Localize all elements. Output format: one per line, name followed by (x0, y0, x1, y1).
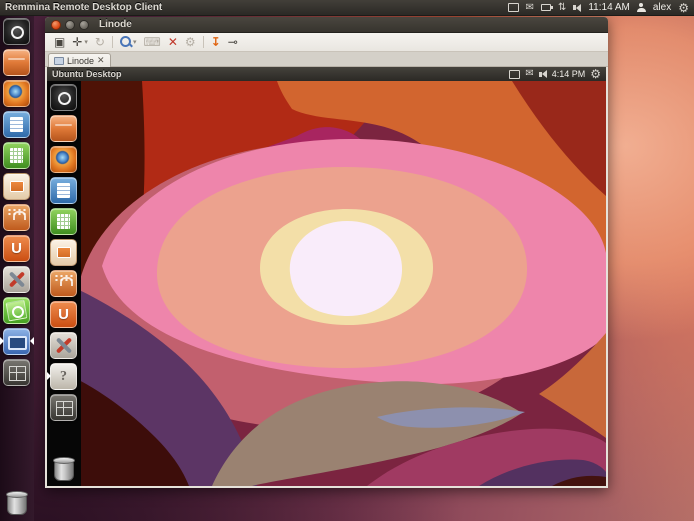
clock[interactable]: 11:14 AM (588, 2, 630, 13)
scaled-mode-button[interactable] (120, 36, 131, 49)
disconnect-button[interactable]: ⊸ (228, 36, 238, 48)
launcher-item-libreoffice-calc[interactable] (3, 142, 30, 169)
remote-remmina-tray-icon[interactable] (509, 70, 520, 79)
remote-running-app-indicator (47, 372, 51, 380)
remmina-tray-icon[interactable] (508, 3, 519, 12)
remote-ubuntu-one-letter: U (51, 306, 76, 323)
switch-page-button[interactable]: ↻ (95, 36, 105, 48)
connection-toolbar: ▣ ✛ ▾ ↻ ▾ ⌨ ✕ ⚙ ↧ ⊸ (45, 33, 608, 52)
battery-icon[interactable] (541, 4, 551, 11)
remote-session-gear-icon[interactable]: ⚙ (590, 68, 601, 80)
remote-launcher-item-trash[interactable] (50, 455, 77, 482)
close-button[interactable] (51, 20, 61, 30)
tab-linode[interactable]: Linode ✕ (48, 53, 111, 67)
window-title: Linode (99, 19, 132, 30)
focused-app-indicator-right (30, 337, 34, 345)
preferences-button[interactable]: ⚙ (185, 36, 196, 48)
maximize-button[interactable] (79, 20, 89, 30)
launcher-item-ubuntu-one[interactable]: U (3, 235, 30, 262)
remote-launcher-item-unknown-window[interactable]: ? (50, 363, 77, 390)
toolbar-separator (203, 36, 204, 48)
remote-mail-icon[interactable]: ✉ (525, 69, 533, 79)
remote-launcher-item-ubuntu-one[interactable]: U (50, 301, 77, 328)
remote-launcher-item-workspace-switcher[interactable] (50, 394, 77, 421)
user-icon[interactable] (637, 3, 646, 12)
system-tray: ✉ ⇅ 11:14 AM alex ⚙ (508, 2, 689, 14)
top-panel: Remmina Remote Desktop Client ✉ ⇅ 11:14 … (0, 0, 694, 16)
remote-unity-launcher: U ? (47, 81, 81, 486)
launcher-item-software-center[interactable] (3, 204, 30, 231)
remote-launcher-item-software-center[interactable] (50, 270, 77, 297)
launcher-item-workspace-switcher[interactable] (3, 359, 30, 386)
grab-keyboard-button[interactable]: ⌨ (144, 36, 161, 48)
remote-launcher-item-libreoffice-writer[interactable] (50, 177, 77, 204)
network-icon[interactable]: ⇅ (558, 3, 566, 13)
minimize-window-button[interactable]: ↧ (211, 36, 221, 48)
remote-desktop-view[interactable]: Ubuntu Desktop ✉ 4:14 PM ⚙ U (45, 67, 608, 488)
session-gear-icon[interactable]: ⚙ (678, 2, 689, 14)
tab-close-icon[interactable]: ✕ (97, 56, 105, 66)
focused-app-indicator-left (0, 337, 4, 345)
remote-volume-icon[interactable] (539, 70, 547, 78)
tab-label: Linode (67, 56, 94, 66)
desktop: Remmina Remote Desktop Client ✉ ⇅ 11:14 … (0, 0, 694, 521)
mail-icon[interactable]: ✉ (526, 3, 534, 13)
magnifier-icon (120, 36, 131, 47)
remmina-window: Linode ▣ ✛ ▾ ↻ ▾ ⌨ ✕ ⚙ ↧ ⊸ Linode ✕ (45, 17, 608, 488)
fit-window-button[interactable]: ✛ (72, 36, 82, 48)
remote-top-panel: Ubuntu Desktop ✉ 4:14 PM ⚙ (47, 67, 606, 81)
tab-monitor-icon (54, 57, 64, 65)
ubuntu-one-letter: U (4, 240, 29, 257)
fit-dropdown-caret[interactable]: ▾ (84, 39, 88, 46)
volume-icon[interactable] (573, 4, 581, 12)
launcher-item-trash[interactable] (3, 489, 30, 516)
window-titlebar[interactable]: Linode (45, 17, 608, 33)
launcher-item-dash-home[interactable] (3, 18, 30, 45)
remote-panel-title: Ubuntu Desktop (52, 69, 122, 79)
launcher-item-libreoffice-impress[interactable] (3, 173, 30, 200)
remote-launcher-item-firefox[interactable] (50, 146, 77, 173)
remote-wallpaper (47, 81, 606, 486)
user-menu[interactable]: alex (653, 2, 671, 13)
toolbar-separator (112, 36, 113, 48)
unity-launcher: U (0, 16, 34, 521)
minimize-button[interactable] (65, 20, 75, 30)
launcher-item-libreoffice-writer[interactable] (3, 111, 30, 138)
question-mark-glyph: ? (51, 369, 76, 385)
remote-launcher-item-libreoffice-impress[interactable] (50, 239, 77, 266)
remote-launcher-item-libreoffice-calc[interactable] (50, 208, 77, 235)
launcher-item-software-center-green[interactable] (3, 297, 30, 324)
remote-system-tray: ✉ 4:14 PM ⚙ (509, 68, 601, 80)
scaled-dropdown-caret[interactable]: ▾ (133, 39, 137, 46)
remote-launcher-item-home-folder[interactable] (50, 115, 77, 142)
tools-button[interactable]: ✕ (168, 36, 178, 48)
connection-tab-bar: Linode ✕ (45, 52, 608, 67)
active-app-title: Remmina Remote Desktop Client (5, 2, 162, 13)
launcher-item-firefox[interactable] (3, 80, 30, 107)
launcher-item-remmina[interactable] (3, 328, 30, 355)
remote-launcher-item-system-settings[interactable] (50, 332, 77, 359)
launcher-item-home-folder[interactable] (3, 49, 30, 76)
toggle-fullscreen-button[interactable]: ▣ (54, 36, 65, 48)
remote-clock[interactable]: 4:14 PM (552, 69, 586, 79)
launcher-item-system-settings[interactable] (3, 266, 30, 293)
remote-launcher-item-dash-home[interactable] (50, 84, 77, 111)
